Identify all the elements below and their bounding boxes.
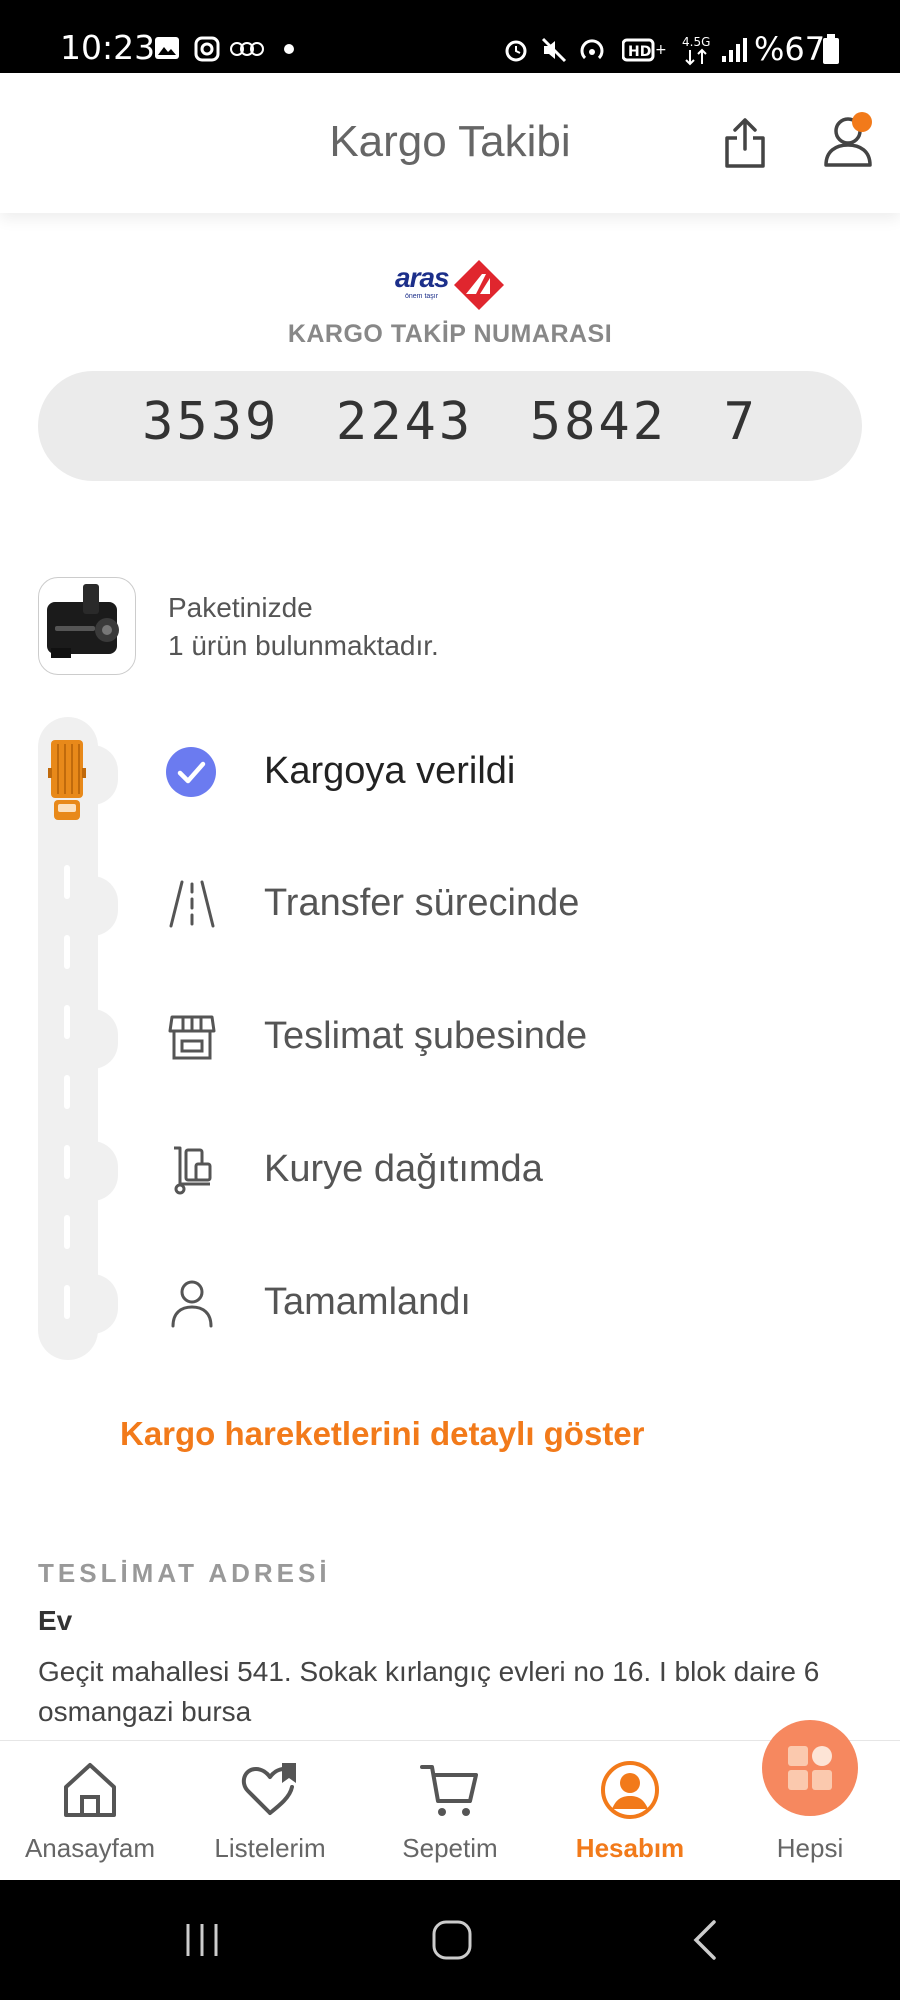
battery-percent: %67	[754, 30, 826, 68]
svg-text:HD: HD	[628, 44, 651, 60]
delivery-address-label: TESLİMAT ADRESİ	[38, 1558, 331, 1588]
status-time: 10:23	[60, 28, 156, 67]
road-dash	[64, 935, 70, 969]
truck-icon	[48, 740, 86, 820]
tracking-number[interactable]: 3539 2243 5842 7	[0, 392, 900, 452]
carrier-logo-text: aras	[395, 262, 450, 293]
step-label-completed: Tamamlandı	[264, 1281, 471, 1323]
timeline-bump	[92, 1009, 118, 1069]
step-label-shipped: Kargoya verildi	[264, 750, 516, 792]
home-system-icon[interactable]	[430, 1918, 474, 1962]
courier-cart-icon	[174, 1146, 212, 1195]
nav-account[interactable]: Hesabım	[540, 1741, 720, 1881]
alarm-icon	[505, 40, 527, 62]
recent-apps-icon[interactable]	[182, 1920, 222, 1960]
road-dash	[64, 1005, 70, 1039]
svg-text:+: +	[655, 42, 667, 58]
nav-home-label: Anasayfam	[24, 1833, 156, 1863]
network-type-icon: 4.5G	[682, 35, 710, 66]
person-icon	[171, 1280, 213, 1328]
gallery-icon	[155, 37, 179, 59]
check-circle-icon	[166, 747, 216, 797]
timeline-bump	[92, 1274, 118, 1334]
nav-cart[interactable]: Sepetim	[360, 1741, 540, 1881]
battery-icon	[823, 34, 839, 64]
timeline-bump	[92, 1141, 118, 1201]
tracking-number-label: KARGO TAKİP NUMARASI	[287, 320, 613, 348]
step-label-transfer: Transfer sürecinde	[264, 882, 580, 924]
show-cargo-details-link[interactable]: Kargo hareketlerini detaylı göster	[120, 1415, 645, 1453]
mute-icon	[541, 37, 567, 63]
address-type: Ev	[38, 1605, 73, 1636]
share-icon[interactable]	[722, 117, 768, 169]
step-label-courier: Kurye dağıtımda	[264, 1148, 543, 1190]
account-icon	[601, 1761, 659, 1819]
step-label-branch: Teslimat şubesinde	[264, 1015, 588, 1057]
nav-lists[interactable]: Listelerim	[180, 1741, 360, 1881]
timeline-bump	[92, 876, 118, 936]
road-dash	[64, 1285, 70, 1319]
road-dash	[64, 1075, 70, 1109]
instagram-icon	[194, 36, 220, 62]
grid-icon	[788, 1746, 832, 1790]
hd-voice-icon: HD +	[622, 38, 667, 62]
road-dash	[64, 1145, 70, 1179]
grid-button[interactable]	[762, 1720, 858, 1816]
nav-lists-label: Listelerim	[214, 1833, 326, 1863]
status-bar: 10:23 HD + 4.5G %67	[0, 0, 900, 73]
nav-home[interactable]: Anasayfam	[0, 1741, 180, 1881]
road-icon	[169, 880, 215, 928]
cart-icon	[420, 1765, 478, 1816]
notification-dot	[852, 112, 872, 132]
nav-account-label: Hesabım	[575, 1833, 685, 1863]
svg-text:4.5G: 4.5G	[682, 35, 710, 49]
hotspot-icon	[580, 39, 604, 60]
package-info-line1: Paketinizde	[168, 592, 313, 623]
nav-all-label: Hepsi	[776, 1833, 844, 1863]
road-dash	[64, 865, 70, 899]
timeline-bump	[92, 745, 118, 805]
address-text: Geçit mahallesi 541. Sokak kırlangıç evl…	[38, 1656, 820, 1727]
carrier-logo-tagline: önem taşır	[405, 293, 439, 300]
nav-cart-label: Sepetim	[402, 1833, 498, 1863]
aras-logo-icon	[454, 260, 504, 310]
app-header: Kargo Takibi	[0, 73, 900, 213]
app-notification-icon	[230, 42, 264, 56]
heart-list-icon	[241, 1763, 296, 1815]
package-info-line2: 1 ürün bulunmaktadır.	[168, 630, 439, 661]
store-icon	[168, 1015, 216, 1060]
product-thumbnail[interactable]	[38, 577, 136, 675]
back-icon[interactable]	[690, 1918, 720, 1962]
system-navigation-bar	[0, 1880, 900, 2000]
home-icon	[64, 1763, 116, 1817]
road-dash	[64, 1215, 70, 1249]
signal-icon	[722, 38, 747, 62]
more-dot	[284, 44, 294, 54]
product-image	[47, 584, 119, 658]
